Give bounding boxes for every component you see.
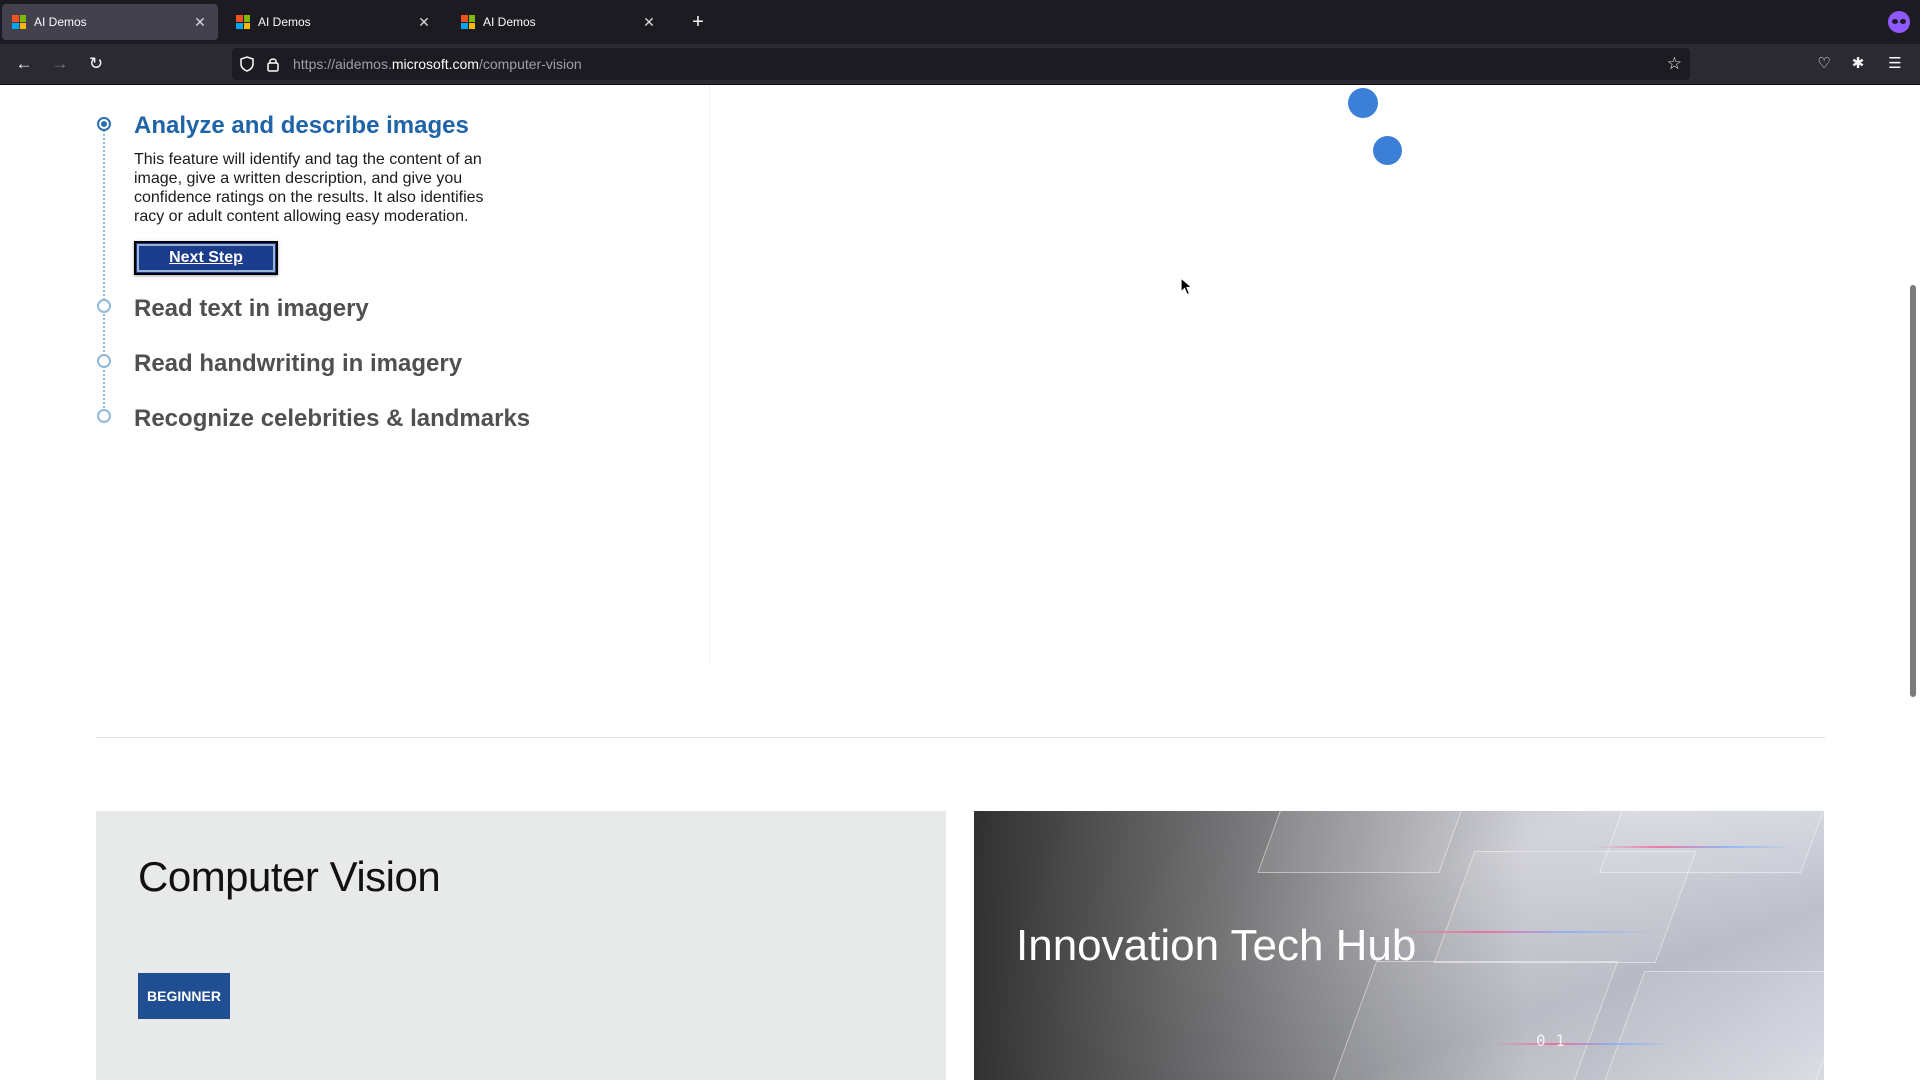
tab-title: AI Demos	[483, 15, 536, 29]
steps-connector	[103, 119, 105, 419]
microsoft-logo-icon	[12, 15, 26, 29]
microsoft-logo-icon	[236, 15, 250, 29]
microsoft-logo-icon	[461, 15, 475, 29]
mouse-pointer-icon	[1180, 277, 1194, 296]
step-indicator-active	[97, 117, 111, 131]
computer-vision-card[interactable]: Computer Vision BEGINNER	[96, 811, 946, 1080]
back-arrow-icon[interactable]: ←	[12, 52, 36, 76]
bookmark-star-icon[interactable]: ☆	[1667, 54, 1682, 74]
tab-strip: AI Demos ✕ AI Demos ✕ AI Demos ✕ +	[0, 0, 1920, 44]
decorative-tile	[1599, 811, 1824, 873]
private-browsing-mask-icon	[1888, 11, 1910, 33]
step-title-analyze[interactable]: Analyze and describe images	[134, 112, 469, 140]
card-title: Innovation Tech Hub	[1016, 921, 1417, 970]
step-indicator	[97, 409, 111, 423]
hamburger-menu-icon[interactable]: ☰	[1883, 52, 1907, 76]
decorative-glint	[1394, 931, 1654, 933]
loading-dot	[1348, 88, 1378, 118]
page-viewport: y Analyze and describe images This featu…	[0, 85, 1906, 1080]
decorative-glint	[1594, 846, 1794, 848]
column-divider	[709, 85, 710, 663]
decorative-tile	[1603, 971, 1824, 1080]
new-tab-plus-icon[interactable]: +	[686, 10, 710, 34]
scrollbar-thumb[interactable]	[1910, 285, 1916, 697]
card-title: Computer Vision	[138, 853, 441, 900]
step-indicator	[97, 299, 111, 313]
browser-tab-2[interactable]: AI Demos ✕	[226, 4, 442, 40]
close-tab-icon[interactable]: ✕	[192, 14, 208, 31]
pocket-icon[interactable]: ♡	[1812, 52, 1836, 76]
step-title-recognize[interactable]: Recognize celebrities & landmarks	[134, 405, 530, 433]
next-step-button[interactable]: Next Step	[134, 241, 278, 275]
decorative-tile	[1257, 811, 1473, 873]
browser-tab-3[interactable]: AI Demos ✕	[451, 4, 667, 40]
decorative-tile	[1331, 961, 1619, 1080]
loading-dot	[1373, 136, 1402, 165]
url-text[interactable]: https://aidemos.microsoft.com/computer-v…	[293, 56, 582, 72]
extensions-icon[interactable]: ✱	[1846, 52, 1870, 76]
step-indicator	[97, 354, 111, 368]
lock-icon[interactable]	[266, 56, 280, 72]
navigation-toolbar: ← → ↻ https://aidemos.microsoft.com/comp…	[0, 44, 1920, 85]
browser-tab-1[interactable]: AI Demos ✕	[2, 4, 218, 40]
section-divider	[96, 737, 1825, 738]
step-title-read-handwriting[interactable]: Read handwriting in imagery	[134, 350, 462, 378]
tab-title: AI Demos	[34, 15, 87, 29]
cropped-heading: y	[134, 85, 147, 87]
close-tab-icon[interactable]: ✕	[641, 14, 657, 31]
level-badge: BEGINNER	[138, 973, 230, 1019]
decorative-digits: 0 1	[1536, 1031, 1565, 1050]
innovation-tech-hub-card[interactable]: 0 1 Innovation Tech Hub	[974, 811, 1824, 1080]
step-title-read-text[interactable]: Read text in imagery	[134, 295, 369, 323]
forward-arrow-icon[interactable]: →	[48, 52, 72, 76]
decorative-glint	[1494, 1043, 1674, 1045]
tracking-shield-icon[interactable]	[240, 56, 254, 72]
page-scrollbar[interactable]	[1906, 85, 1920, 1080]
tab-title: AI Demos	[258, 15, 311, 29]
address-bar[interactable]: https://aidemos.microsoft.com/computer-v…	[232, 48, 1690, 80]
reload-icon[interactable]: ↻	[84, 52, 108, 76]
close-tab-icon[interactable]: ✕	[416, 14, 432, 31]
step-description: This feature will identify and tag the c…	[134, 151, 484, 225]
